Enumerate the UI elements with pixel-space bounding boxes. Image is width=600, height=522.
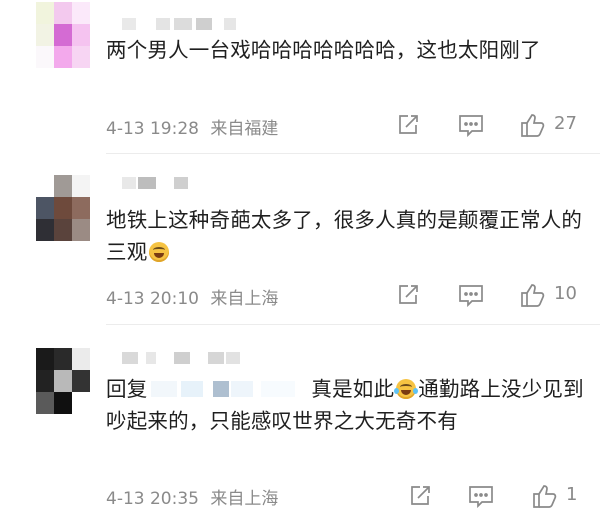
comment-date: 4-13 19:28 [106, 119, 199, 139]
comment-meta: 4-13 20:10 来自上海 [106, 284, 278, 309]
thumbs-up-icon [521, 114, 545, 137]
nickname[interactable] [122, 177, 202, 189]
reply-button[interactable] [458, 113, 484, 137]
comment-location: 来自上海 [210, 289, 279, 309]
comment-icon [459, 285, 483, 307]
comment-meta: 4-13 19:28 来自福建 [106, 114, 278, 139]
thumbs-up-icon [521, 284, 545, 307]
share-icon [399, 285, 418, 304]
comment-date: 4-13 20:35 [106, 489, 199, 509]
thumbs-up-icon [533, 485, 557, 508]
divider [106, 153, 600, 154]
reply-prefix: 回复 [106, 377, 148, 401]
comment-meta: 4-13 20:35 来自上海 [106, 484, 278, 509]
avatar[interactable] [36, 175, 90, 241]
like-count: 10 [554, 283, 577, 304]
reply-button[interactable] [468, 484, 494, 508]
mention-user[interactable] [151, 380, 305, 398]
laughing-crying-emoji [394, 379, 419, 399]
reply-button[interactable] [458, 283, 484, 307]
share-icon [399, 115, 418, 134]
share-button[interactable] [408, 484, 434, 508]
comment-location: 来自福建 [210, 119, 279, 139]
comment-icon [459, 115, 483, 137]
comment-item: 两个男人一台戏哈哈哈哈哈哈哈，这也太阳刚了 4-13 19:28 来自福建 27 [0, 0, 600, 162]
nickname[interactable] [122, 18, 252, 30]
like-count: 27 [554, 113, 577, 134]
comment-text: 回复 真是如此 通勤路上没少见到吵起来的，只能感叹世界之大无奇不有 [106, 377, 584, 433]
avatar[interactable] [36, 348, 90, 414]
comment-date: 4-13 20:10 [106, 289, 199, 309]
laughing-emoji [149, 242, 170, 262]
share-button[interactable] [396, 283, 422, 307]
nickname[interactable] [122, 352, 262, 364]
like-button[interactable]: 27 [520, 112, 584, 137]
comment-text: 地铁上这种奇葩太多了，很多人真的是颠覆正常人的三观 [106, 208, 583, 264]
avatar[interactable] [36, 2, 90, 68]
like-button[interactable]: 1 [532, 483, 586, 508]
comment-icon [469, 486, 493, 508]
share-button[interactable] [396, 113, 422, 137]
comment-text: 两个男人一台戏哈哈哈哈哈哈哈，这也太阳刚了 [106, 38, 541, 62]
like-count: 1 [566, 484, 578, 505]
share-icon [411, 486, 430, 505]
divider [106, 324, 600, 325]
like-button[interactable]: 10 [520, 282, 584, 307]
comment-location: 来自上海 [210, 489, 279, 509]
